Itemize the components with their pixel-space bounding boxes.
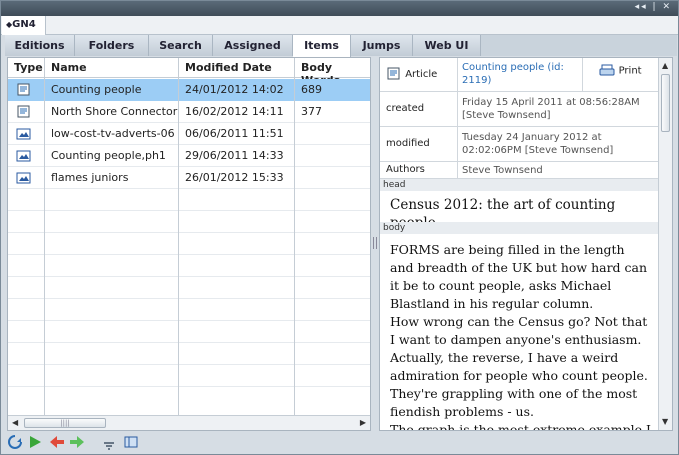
row-divider [8,276,370,277]
table-row[interactable]: low-cost-tv-adverts-06 06/06/2011 11:51 [8,123,370,145]
table-row[interactable]: North Shore Connector 16/02/2012 14:11 3… [8,101,370,123]
table-row[interactable]: Counting people 24/01/2012 14:02 689 [8,79,370,101]
tab-search[interactable]: Search [149,35,213,56]
created-value: Friday 15 April 2011 at 08:56:28AM [Stev… [462,97,640,121]
body-section-label: body [380,222,658,234]
row-name: North Shore Connector [51,105,178,118]
tab-folders[interactable]: Folders [75,35,149,56]
filter-icon[interactable] [101,434,117,450]
tab-assigned[interactable]: Assigned [213,35,293,56]
title-bar: ◂◂ | ✕ [1,1,678,16]
tab-strip: Editions Folders Search Assigned Items J… [5,35,677,57]
row-divider [8,232,370,233]
authors-label: Authors [380,162,458,178]
meta-row-modified: modified Tuesday 24 January 2012 at 02:0… [380,127,658,162]
meta-row-authors: Authors Steve Townsend [380,162,658,179]
scroll-up-icon[interactable]: ▲ [662,61,668,70]
article-title-link[interactable]: Counting people (id: 2119) [462,61,580,87]
items-table: Type Name Modified Date Body Words Count… [7,57,371,431]
meta-type-label: Article [405,69,438,80]
image-icon [8,123,45,145]
image-icon [8,167,45,189]
scroll-left-icon[interactable]: ◀ [12,418,18,427]
column-header-words[interactable]: Body Words [295,58,370,87]
row-divider [8,386,370,387]
pane-splitter[interactable] [373,237,377,249]
print-button[interactable]: Print [582,58,658,92]
window-controls[interactable]: ◂◂ | ✕ [635,2,672,12]
row-date: 24/01/2012 14:02 [185,83,284,96]
table-row[interactable]: flames juniors 26/01/2012 15:33 [8,167,370,189]
created-label: created [380,92,458,126]
article-icon [386,67,402,80]
column-divider [44,58,45,416]
column-divider [294,58,295,416]
column-header-modified[interactable]: Modified Date [179,58,295,78]
print-label: Print [618,65,642,77]
row-name: low-cost-tv-adverts-06 [51,127,175,140]
row-date: 29/06/2011 14:33 [185,149,284,162]
app-tab-label: GN4 [12,19,36,30]
back-arrow-icon[interactable] [49,434,65,450]
row-date: 06/06/2011 11:51 [185,127,284,140]
meta-row-created: created Friday 15 April 2011 at 08:56:28… [380,92,658,127]
row-name: Counting people,ph1 [51,149,166,162]
column-header-type[interactable]: Type [8,58,45,78]
app-window: ◂◂ | ✕ ◆GN4 Editions Folders Search Assi… [0,0,679,455]
refresh-icon[interactable] [7,434,23,450]
row-name: flames juniors [51,171,129,184]
row-date: 16/02/2012 14:11 [185,105,284,118]
row-divider [8,298,370,299]
bottom-toolbar [1,432,678,454]
row-date: 26/01/2012 15:33 [185,171,284,184]
row-words: 377 [301,105,322,118]
head-section-label: head [380,179,658,191]
app-tab-bar: ◆GN4 [1,16,678,35]
scroll-thumb[interactable] [661,74,670,132]
modified-value: Tuesday 24 January 2012 at 02:02:06PM [S… [462,132,614,156]
modified-label: modified [380,127,458,161]
scroll-right-icon[interactable]: ▶ [360,418,366,427]
row-divider [8,320,370,321]
printer-icon [599,64,615,77]
tab-web-ui[interactable]: Web UI [413,35,481,56]
row-divider [8,210,370,211]
tab-editions[interactable]: Editions [5,35,75,56]
app-tab-gn4[interactable]: ◆GN4 [2,16,46,35]
article-icon [8,101,45,123]
tab-items[interactable]: Items [293,35,351,57]
tab-jumps[interactable]: Jumps [351,35,413,56]
scroll-thumb[interactable]: |||| [24,418,106,428]
authors-value: Steve Townsend [462,165,543,176]
column-divider [178,58,179,416]
horizontal-scrollbar[interactable]: ◀ |||| ▶ [8,415,370,430]
detail-pane: Article Counting people (id: 2119) Print… [379,57,673,431]
scroll-down-icon[interactable]: ▼ [662,417,668,426]
row-divider [8,364,370,365]
body-text[interactable]: FORMS are being filled in the length and… [390,241,652,430]
meta-type: Article [380,58,458,91]
row-words [295,123,370,145]
play-icon[interactable] [27,434,43,450]
forward-arrow-icon[interactable] [69,434,85,450]
article-icon [8,79,45,101]
row-name: Counting people [51,83,142,96]
vertical-scrollbar[interactable]: ▲ ▼ [658,58,672,430]
row-words: 689 [301,83,322,96]
column-header-name[interactable]: Name [45,58,179,78]
table-row[interactable]: Counting people,ph1 29/06/2011 14:33 [8,145,370,167]
layout-icon[interactable] [123,434,139,450]
row-divider [8,342,370,343]
image-icon [8,145,45,167]
row-words [295,167,370,189]
meta-row-title: Article Counting people (id: 2119) Print [380,58,658,92]
row-words [295,145,370,167]
row-divider [8,254,370,255]
